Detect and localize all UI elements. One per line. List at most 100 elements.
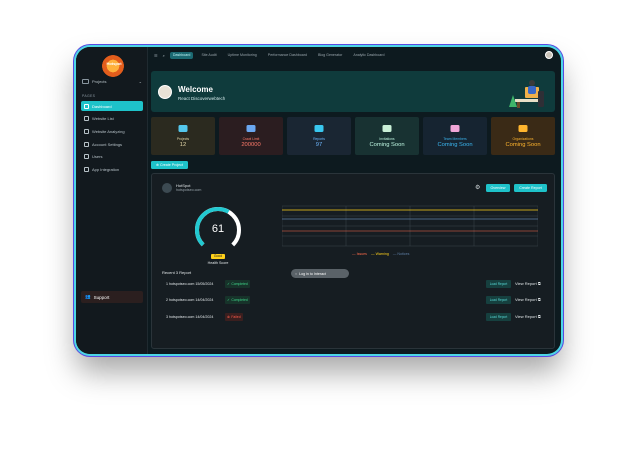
login-toast: ◌ Log in to Interact [291, 269, 349, 278]
tab-analytic-dashboard[interactable]: Analytic Dashboard [350, 52, 387, 59]
report-name: 2 hotspotseo.com 14/04/2024 [166, 298, 214, 302]
users-icon [84, 154, 89, 160]
sidebar: Hotspot Projects ⌄ PAGES Dashboard Websi… [76, 47, 148, 354]
hotspot-logo[interactable]: Hotspot [102, 55, 124, 77]
stat-label: Crawl Limit [242, 137, 260, 141]
stat-label: Organizations [512, 137, 534, 141]
sidebar-item-dashboard[interactable]: Dashboard [81, 101, 143, 111]
stat-label: Reports [313, 137, 325, 141]
sidebar-item-label: Website Analyzing [92, 128, 125, 134]
chart-grid [282, 205, 538, 247]
stat-value: 200000 [241, 142, 261, 148]
stat-value: 97 [315, 142, 323, 148]
tab-uptime-monitoring[interactable]: Uptime Monitoring [225, 52, 260, 59]
settings-icon [84, 141, 89, 147]
view-report-link[interactable]: View Report ⧉ [515, 297, 541, 302]
status-badge: ⊗ Failed [225, 313, 243, 321]
stat-value: Coming Soon [369, 142, 405, 148]
report-name: 3 hotspotseo.com 14/04/2024 [166, 315, 214, 319]
overview-button[interactable]: Overview [486, 184, 510, 192]
tab-dashboard[interactable]: Dashboard [169, 51, 194, 59]
stat-card-projects[interactable]: Projects 12 [151, 117, 215, 155]
toast-text: Log in to Interact [299, 271, 326, 276]
sidebar-item-label: Website List [92, 116, 114, 122]
team-members-icon [450, 125, 460, 132]
create-project-button[interactable]: ⊕ Create Project [151, 161, 188, 169]
site-url: hotspotseo.com [176, 188, 202, 192]
health-score-value: 61 [211, 223, 225, 235]
load-report-button[interactable]: Load Report [486, 313, 511, 321]
stat-card-reports[interactable]: Reports 97 [287, 117, 351, 155]
app-window: Hotspot Projects ⌄ PAGES Dashboard Websi… [76, 47, 561, 354]
user-avatar[interactable] [545, 51, 553, 59]
tab-blog-generator[interactable]: Blog Generator [315, 52, 345, 59]
stat-card-crawl-limit[interactable]: Crawl Limit 200000 [219, 117, 283, 155]
menu-icon[interactable]: ☰ [154, 53, 158, 58]
status-badge: ✓ Completed [225, 296, 250, 304]
view-report-link[interactable]: View Report ⧉ [515, 314, 541, 319]
grid-icon [84, 103, 89, 109]
status-text: Completed [231, 282, 248, 286]
stat-value: 12 [179, 142, 187, 148]
table-row: 3 hotspotseo.com 14/04/2024 ⊗ Failed Load… [166, 313, 551, 323]
legend-issues[interactable]: — Issues [352, 252, 367, 256]
stat-card-organizations[interactable]: Organizations Coming Soon [491, 117, 555, 155]
legend-notices[interactable]: — Notices [393, 252, 410, 256]
sidebar-item-label: App Integration [92, 166, 120, 172]
support-button[interactable]: 👥 Support [81, 291, 143, 303]
issues-chart [282, 205, 538, 247]
stat-card-invitations[interactable]: Invitations Coming Soon [355, 117, 419, 155]
welcome-subtitle: React Discoverwebtech [178, 96, 226, 101]
project-panel: HotSpot hotspotseo.com ⚙ Overview Create… [151, 173, 555, 349]
stat-label: Invitations [379, 137, 395, 141]
logo-text: Hotspot [106, 61, 122, 66]
chart-legend: — Issues — Warning — Notices [352, 252, 409, 256]
stats-row: Projects 12 Crawl Limit 200000 Reports 97 Invi… [151, 117, 555, 155]
table-row: 1 hotspotseo.com 15/05/2024 ✓ Completed L… [166, 280, 551, 290]
main-content: Welcome React Discoverwebtech Projects 12… [151, 66, 555, 349]
sidebar-item-app-integration[interactable]: App Integration [81, 164, 143, 174]
load-report-button[interactable]: Load Report [486, 280, 511, 288]
sidebar-nav: Dashboard Website List Website Analyzing… [81, 101, 143, 177]
health-score-label: Health Score [207, 261, 229, 265]
sidebar-item-website-list[interactable]: Website List [81, 114, 143, 124]
create-report-button[interactable]: Create Report [514, 184, 547, 192]
status-badge: ✓ Completed [225, 280, 250, 288]
stat-card-team-members[interactable]: Team Members Coming Soon [423, 117, 487, 155]
health-badge: Good [211, 254, 225, 259]
crawl-limit-icon [246, 125, 256, 132]
stat-label: Team Members [443, 137, 467, 141]
view-report-link[interactable]: View Report ⧉ [515, 281, 541, 286]
sidebar-item-label: Users [92, 154, 103, 160]
status-text: Completed [231, 298, 248, 302]
info-icon: ◌ [295, 271, 298, 276]
projects-icon [178, 125, 188, 132]
project-selector[interactable]: Projects ⌄ [82, 77, 142, 86]
invitations-icon [382, 125, 392, 132]
sidebar-item-account-settings[interactable]: Account Settings [81, 139, 143, 149]
support-icon: 👥 [85, 294, 91, 299]
tab-performance-dashboard[interactable]: Performance Dashboard [265, 52, 310, 59]
integration-icon [84, 166, 89, 172]
folder-icon [82, 79, 89, 84]
check-circle-icon: ✓ [227, 282, 230, 286]
support-label: Support [93, 294, 110, 300]
welcome-illustration [509, 80, 544, 108]
sidebar-item-label: Dashboard [92, 103, 112, 109]
list-icon [84, 116, 89, 122]
organizations-icon [518, 125, 528, 132]
stat-label: Projects [176, 137, 190, 141]
recent-reports-title: Recent 3 Report [162, 270, 192, 275]
chevron-down-icon: ⌄ [138, 79, 142, 84]
tab-site-audit[interactable]: Site Audit [198, 52, 219, 59]
load-report-button[interactable]: Load Report [486, 296, 511, 304]
reports-icon [314, 125, 324, 132]
analytics-icon [84, 128, 89, 134]
sidebar-item-website-analyzing[interactable]: Website Analyzing [81, 126, 143, 136]
gear-icon[interactable]: ⚙ [475, 184, 480, 191]
site-avatar [162, 183, 172, 193]
project-selector-label: Projects [92, 79, 107, 84]
search-icon[interactable]: ⌕ [163, 53, 165, 58]
legend-warning[interactable]: — Warning [371, 252, 389, 256]
sidebar-item-users[interactable]: Users [81, 152, 143, 162]
